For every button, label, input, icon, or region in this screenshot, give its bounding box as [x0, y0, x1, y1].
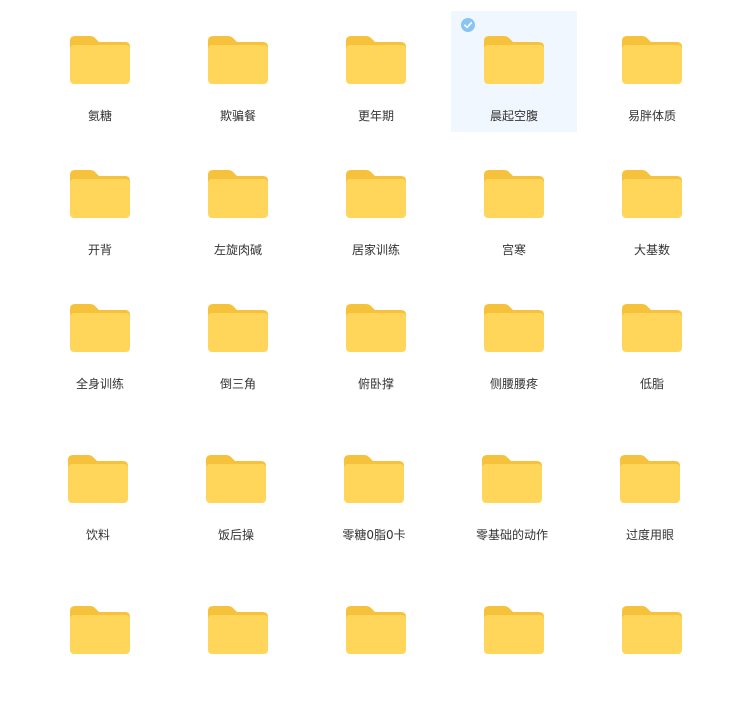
- folder-item[interactable]: 全身训练: [37, 279, 163, 400]
- folder-icon: [484, 36, 544, 84]
- folder-icon: [208, 36, 268, 84]
- folder-item[interactable]: 居家训练: [313, 145, 439, 266]
- folder-item[interactable]: [175, 581, 301, 702]
- folder-icon: [484, 170, 544, 218]
- folder-label: 欺骗餐: [219, 109, 256, 123]
- folder-label: 大基数: [633, 243, 670, 257]
- folder-icon: [622, 606, 682, 654]
- folder-item[interactable]: 欺骗餐: [175, 11, 301, 132]
- folder-label: 零糖0脂0卡: [342, 528, 406, 542]
- folder-icon: [622, 304, 682, 352]
- folder-label: 饮料: [85, 528, 110, 542]
- folder-label: 宫寒: [501, 243, 526, 257]
- folder-item[interactable]: [37, 581, 163, 702]
- folder-item[interactable]: 俯卧撑: [313, 279, 439, 400]
- folder-label: 低脂: [639, 377, 664, 391]
- folder-item[interactable]: 更年期: [313, 11, 439, 132]
- folder-label: 过度用眼: [625, 528, 674, 542]
- folder-icon: [346, 170, 406, 218]
- folder-label: 侧腰腰疼: [489, 377, 538, 391]
- folder-label: 易胖体质: [627, 109, 676, 123]
- folder-icon: [346, 606, 406, 654]
- folder-icon: [622, 36, 682, 84]
- folder-icon: [208, 606, 268, 654]
- folder-icon: [344, 455, 404, 503]
- folder-icon: [346, 304, 406, 352]
- folder-icon: [346, 36, 406, 84]
- folder-item[interactable]: 宫寒: [451, 145, 577, 266]
- folder-label: 氨糖: [87, 109, 112, 123]
- folder-icon: [482, 455, 542, 503]
- folder-item[interactable]: 氨糖: [37, 11, 163, 132]
- folder-item[interactable]: 大基数: [589, 145, 715, 266]
- folder-label: 俯卧撑: [357, 377, 394, 391]
- folder-item[interactable]: 零糖0脂0卡: [311, 430, 437, 551]
- folder-item[interactable]: 晨起空腹: [451, 11, 577, 132]
- folder-icon: [70, 304, 130, 352]
- folder-label: 开背: [87, 243, 112, 257]
- folder-icon: [70, 170, 130, 218]
- folder-label: 全身训练: [75, 377, 124, 391]
- folder-icon: [70, 606, 130, 654]
- folder-icon: [208, 170, 268, 218]
- folder-item[interactable]: [451, 581, 577, 702]
- folder-item[interactable]: 饮料: [35, 430, 161, 551]
- folder-item[interactable]: [313, 581, 439, 702]
- folder-item[interactable]: 开背: [37, 145, 163, 266]
- folder-item[interactable]: 零基础的动作: [449, 430, 575, 551]
- folder-label: 晨起空腹: [489, 109, 538, 123]
- folder-item[interactable]: 易胖体质: [589, 11, 715, 132]
- folder-icon: [206, 455, 266, 503]
- folder-item[interactable]: [589, 581, 715, 702]
- folder-icon: [484, 304, 544, 352]
- folder-item[interactable]: 倒三角: [175, 279, 301, 400]
- folder-label: 零基础的动作: [475, 528, 548, 542]
- folder-label: 饭后操: [217, 528, 254, 542]
- folder-label: 左旋肉碱: [213, 243, 262, 257]
- folder-icon: [620, 455, 680, 503]
- folder-label: 更年期: [357, 109, 394, 123]
- selected-check-icon[interactable]: [461, 17, 475, 32]
- folder-item[interactable]: 左旋肉碱: [175, 145, 301, 266]
- folder-icon: [484, 606, 544, 654]
- folder-item[interactable]: 过度用眼: [587, 430, 713, 551]
- folder-icon: [622, 170, 682, 218]
- folder-item[interactable]: 饭后操: [173, 430, 299, 551]
- folder-icon: [70, 36, 130, 84]
- folder-item[interactable]: 低脂: [589, 279, 715, 400]
- folder-icon: [208, 304, 268, 352]
- folder-icon: [68, 455, 128, 503]
- folder-label: 倒三角: [219, 377, 256, 391]
- folder-label: 居家训练: [351, 243, 400, 257]
- folder-item[interactable]: 侧腰腰疼: [451, 279, 577, 400]
